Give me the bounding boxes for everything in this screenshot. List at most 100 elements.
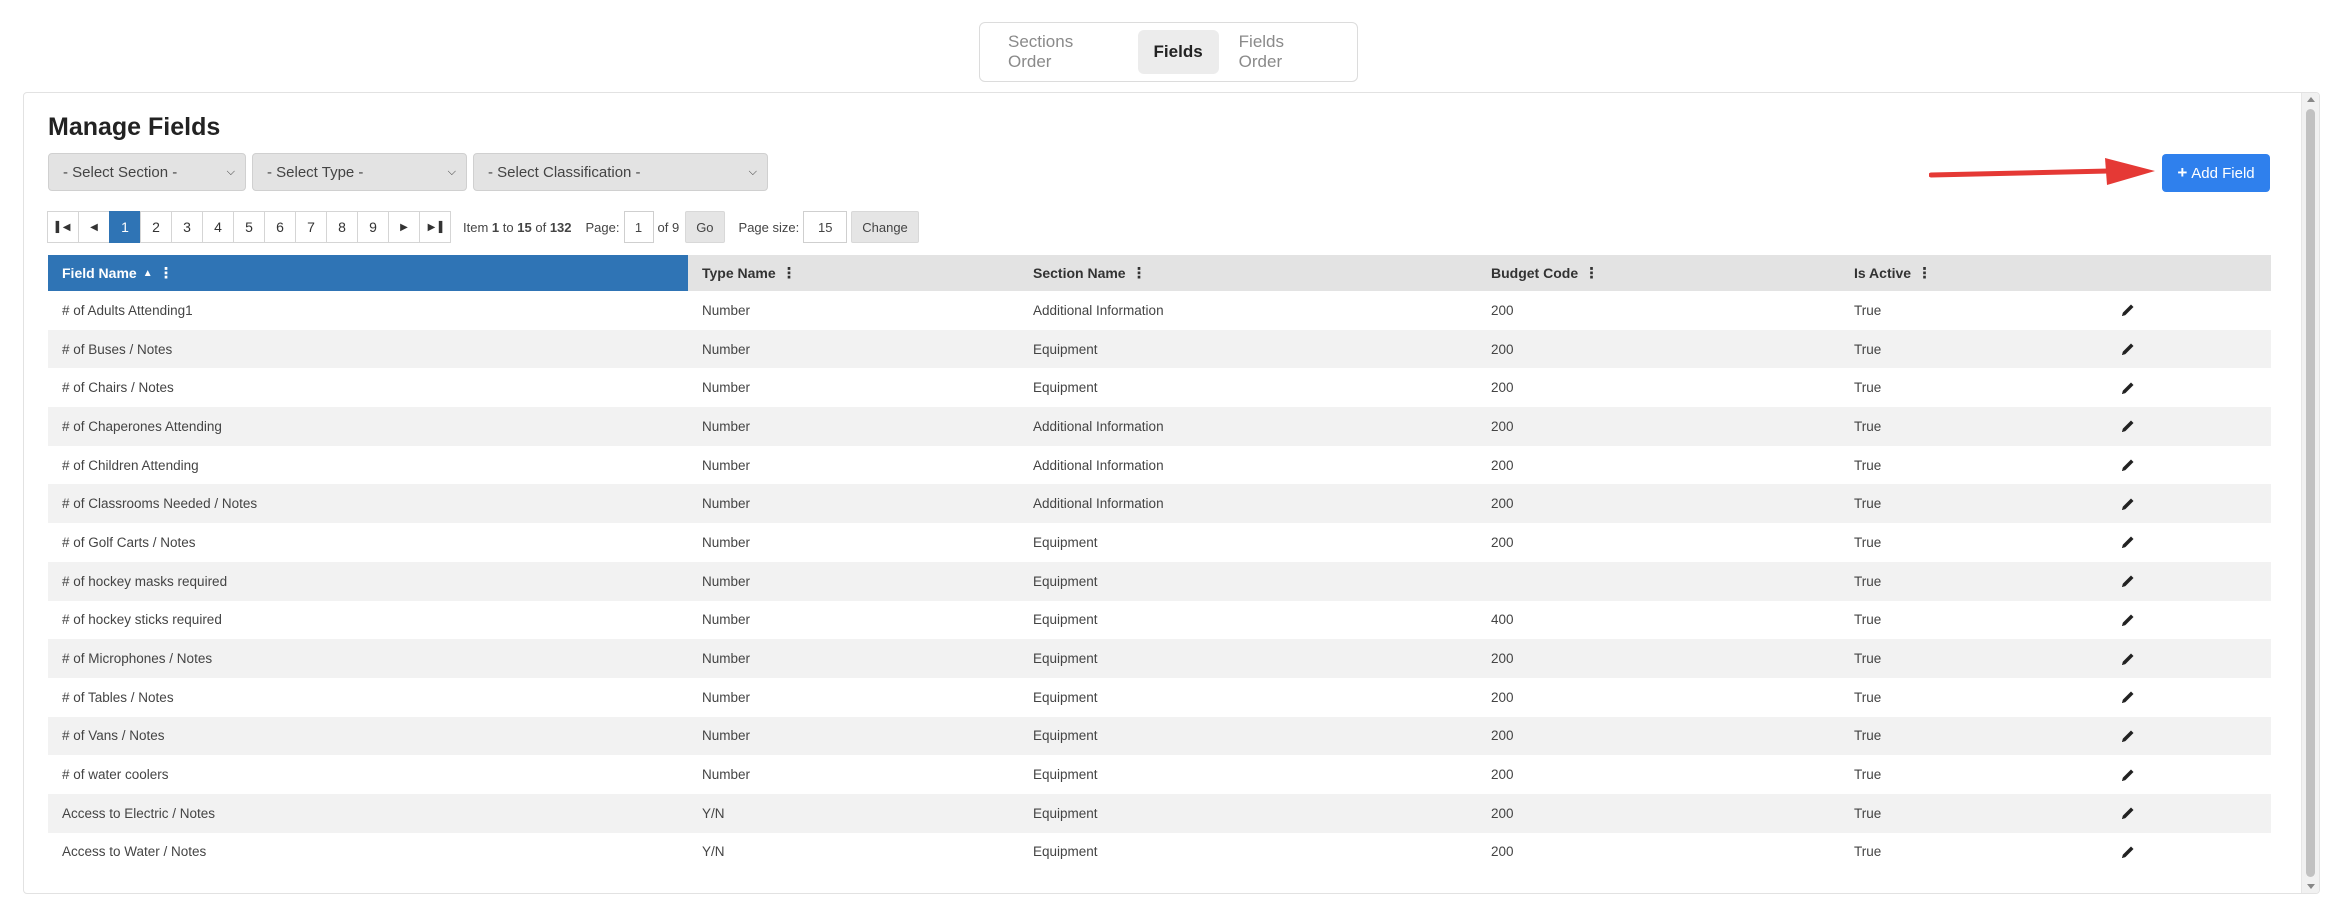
go-button[interactable]: Go <box>685 211 725 243</box>
page-input[interactable]: 1 <box>623 211 654 243</box>
pencil-icon[interactable] <box>2120 496 2136 512</box>
table-row[interactable]: # of Tables / Notes Number Equipment 200 Tru… <box>48 678 2271 717</box>
is-active-cell: True <box>1854 380 1882 396</box>
table-row[interactable]: # of Chaperones Attending Number Additiona… <box>48 407 2271 446</box>
actions-cell <box>2120 291 2271 330</box>
pencil-icon[interactable] <box>2120 380 2136 396</box>
section-select[interactable]: - Select Section - ⌵ <box>48 153 246 191</box>
column-type-name[interactable]: Type Name ⋮ <box>688 255 1019 291</box>
actions-cell <box>2120 833 2271 872</box>
vertical-scrollbar[interactable] <box>2301 93 2319 893</box>
type-name-cell: Number <box>702 496 751 512</box>
fields-table: Field Name ▲ ⋮ Type Name ⋮ Section Name … <box>48 255 2271 871</box>
budget-code-cell: 200 <box>1491 380 1514 396</box>
table-row[interactable]: # of Children Attending Number Additional … <box>48 446 2271 485</box>
page-button[interactable]: 3 <box>171 211 203 243</box>
page-button[interactable]: 1 <box>109 211 141 243</box>
pencil-icon[interactable] <box>2120 651 2136 667</box>
page-button[interactable]: 5 <box>233 211 265 243</box>
last-page-icon[interactable]: ▶▐ <box>419 211 451 243</box>
column-actions <box>2120 255 2271 291</box>
column-menu-icon[interactable]: ⋮ <box>1584 264 1599 282</box>
section-name-cell: Equipment <box>1033 651 1098 667</box>
column-is-active[interactable]: Is Active ⋮ <box>1840 255 2120 291</box>
actions-cell <box>2120 523 2271 562</box>
classification-select[interactable]: - Select Classification - ⌵ <box>473 153 768 191</box>
table-row[interactable]: # of Chairs / Notes Number Equipment 200 Tru… <box>48 368 2271 407</box>
page-button[interactable]: 8 <box>326 211 358 243</box>
table-row[interactable]: # of Buses / Notes Number Equipment 200 True <box>48 329 2271 369</box>
field-name-cell: # of hockey sticks required <box>62 612 222 628</box>
prev-page-icon[interactable]: ◀ <box>78 211 110 243</box>
field-name-cell: Access to Electric / Notes <box>62 805 216 821</box>
section-select-value: - Select Section - <box>63 163 178 181</box>
scroll-down-icon[interactable] <box>2307 884 2315 889</box>
table-row[interactable]: # of water coolers Number Equipment 200 True <box>48 755 2271 794</box>
tab-fields[interactable]: Fields <box>1137 30 1219 74</box>
chevron-down-icon: ⌵ <box>226 165 235 178</box>
page-button[interactable]: 9 <box>357 211 389 243</box>
section-name-cell: Additional Information <box>1033 418 1164 434</box>
pencil-icon[interactable] <box>2120 689 2136 705</box>
page-button[interactable]: 7 <box>295 211 327 243</box>
page-button[interactable]: 2 <box>140 211 172 243</box>
actions-cell <box>2120 446 2271 485</box>
page-button[interactable]: 6 <box>264 211 296 243</box>
column-budget-code[interactable]: Budget Code ⋮ <box>1477 255 1840 291</box>
column-menu-icon[interactable]: ⋮ <box>782 264 797 282</box>
pencil-icon[interactable] <box>2120 418 2136 434</box>
actions-cell <box>2120 330 2271 369</box>
is-active-cell: True <box>1854 534 1882 550</box>
table-row[interactable]: # of Adults Attending1 Number Additional I… <box>48 291 2271 330</box>
pencil-icon[interactable] <box>2120 573 2136 589</box>
column-menu-icon[interactable]: ⋮ <box>159 264 174 282</box>
first-page-icon[interactable]: ▌◀ <box>47 211 79 243</box>
table-row[interactable]: # of hockey masks required Number Equipmen… <box>48 561 2271 601</box>
table-row[interactable]: Access to Electric / Notes Y/N Equipment 20… <box>48 793 2271 833</box>
pencil-icon[interactable] <box>2120 612 2136 628</box>
pager: ▌◀ ◀ 1 2 3 4 5 6 7 8 9 ▶ ▶▐ Item 1 to 15… <box>47 211 919 243</box>
column-field-name[interactable]: Field Name ▲ ⋮ <box>48 255 688 291</box>
table-row[interactable]: # of hockey sticks required Number Equipme… <box>48 601 2271 640</box>
add-field-button[interactable]: + Add Field <box>2162 154 2270 192</box>
section-name-cell: Equipment <box>1033 728 1098 744</box>
pencil-icon[interactable] <box>2120 805 2136 821</box>
item-range: Item 1 to 15 of 132 <box>463 219 572 235</box>
column-menu-icon[interactable]: ⋮ <box>1132 264 1147 282</box>
next-page-icon[interactable]: ▶ <box>388 211 420 243</box>
change-button[interactable]: Change <box>851 211 919 243</box>
is-active-cell: True <box>1854 496 1882 512</box>
field-name-cell: # of water coolers <box>62 767 169 783</box>
table-row[interactable]: Access to Water / Notes Y/N Equipment 200 Tr… <box>48 833 2271 872</box>
pencil-icon[interactable] <box>2120 457 2136 473</box>
pencil-icon[interactable] <box>2120 767 2136 783</box>
pencil-icon[interactable] <box>2120 534 2136 550</box>
pencil-icon[interactable] <box>2120 341 2136 357</box>
actions-cell <box>2120 639 2271 678</box>
field-name-cell: # of Children Attending <box>62 457 199 473</box>
column-section-name[interactable]: Section Name ⋮ <box>1019 255 1477 291</box>
table-row[interactable]: # of Microphones / Notes Number Equipment 2… <box>48 639 2271 678</box>
table-row[interactable]: # of Vans / Notes Number Equipment 200 True <box>48 716 2271 756</box>
page-button[interactable]: 4 <box>202 211 234 243</box>
type-name-cell: Y/N <box>702 805 725 821</box>
scrollbar-thumb[interactable] <box>2306 109 2315 877</box>
scroll-up-icon[interactable] <box>2307 97 2315 102</box>
type-name-cell: Number <box>702 612 751 628</box>
column-menu-icon[interactable]: ⋮ <box>1917 264 1932 282</box>
type-select[interactable]: - Select Type - ⌵ <box>252 153 467 191</box>
budget-code-cell: 200 <box>1491 534 1514 550</box>
pencil-icon[interactable] <box>2120 302 2136 318</box>
actions-cell <box>2120 794 2271 833</box>
pencil-icon[interactable] <box>2120 728 2136 744</box>
tab-sections-order[interactable]: Sections Order <box>992 30 1134 74</box>
is-active-cell: True <box>1854 302 1882 318</box>
tab-fields-order[interactable]: Fields Order <box>1223 30 1345 74</box>
table-row[interactable]: # of Golf Carts / Notes Number Equipment 20… <box>48 523 2271 562</box>
table-row[interactable]: # of Classrooms Needed / Notes Number Addi… <box>48 484 2271 524</box>
page-size-input[interactable]: 15 <box>803 211 848 243</box>
chevron-down-icon: ⌵ <box>748 165 757 178</box>
annotation-arrow-icon <box>1929 158 2155 185</box>
type-name-cell: Number <box>702 767 751 783</box>
pencil-icon[interactable] <box>2120 844 2136 860</box>
